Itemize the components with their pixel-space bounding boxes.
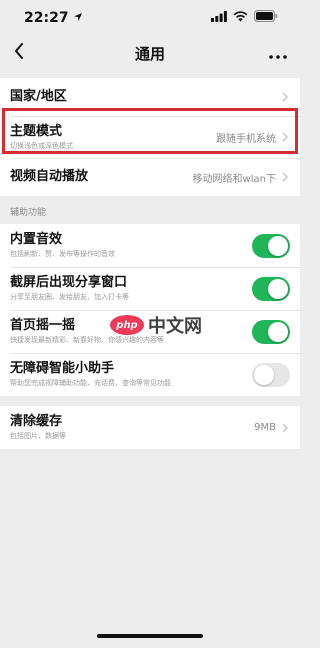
cache-size: 9MB xyxy=(254,422,276,433)
row-texts: 国家/地区 xyxy=(10,89,282,105)
setting-row-sound-effects: 内置音效 包括刷新、赞、发布等操作的音效 xyxy=(0,224,300,267)
status-time-group: 22:27 xyxy=(24,10,83,26)
row-subtitle: 分享至朋友圈、发给朋友、加入打卡等 xyxy=(10,293,129,301)
cache-group: 清除缓存 包括图片、数据等 9MB xyxy=(0,406,300,449)
row-subtitle: 包括图片、数据等 xyxy=(10,432,66,440)
back-button[interactable] xyxy=(8,42,30,64)
row-title: 主题模式 xyxy=(10,123,63,139)
setting-row-clear-cache[interactable]: 清除缓存 包括图片、数据等 9MB xyxy=(0,406,300,449)
row-value: 跟随手机系统 xyxy=(216,133,276,145)
setting-row-screenshot-share: 截屏后出现分享窗口 分享至朋友圈、发给朋友、加入打卡等 xyxy=(0,267,300,310)
general-settings-group: 国家/地区 主题模式 切换浅色或深色模式 跟随手机系统 视频自动播放 移动网络和… xyxy=(0,78,300,196)
page-title: 通用 xyxy=(134,44,165,63)
row-subtitle: 帮助您完成视障辅助功能、充话费、查询等常见功能 xyxy=(10,379,171,387)
status-icons xyxy=(211,10,278,26)
toggle-knob xyxy=(268,235,288,256)
chevron-right-icon xyxy=(282,171,290,183)
row-subtitle: 包括刷新、赞、发布等操作的音效 xyxy=(10,250,115,258)
accessibility-group: 内置音效 包括刷新、赞、发布等操作的音效 截屏后出现分享窗口 分享至朋友圈、发给… xyxy=(0,224,300,396)
section-label-accessibility: 辅助功能 xyxy=(10,208,47,218)
location-arrow-icon xyxy=(73,10,83,26)
chevron-left-icon xyxy=(14,43,24,63)
row-title: 内置音效 xyxy=(10,232,63,247)
row-subtitle: 切换浅色或深色模式 xyxy=(10,141,73,150)
accessibility-assistant-toggle[interactable] xyxy=(252,362,290,387)
wifi-icon xyxy=(233,10,248,26)
row-value: 移动网络和wlan下 xyxy=(192,173,276,185)
signal-icon xyxy=(211,10,227,26)
row-texts: 内置音效 包括刷新、赞、发布等操作的音效 xyxy=(10,232,252,259)
setting-row-shake: 首页摇一摇 快捷发现最新精彩、新春好物、你感兴趣的内容等 xyxy=(0,310,300,353)
setting-row-accessibility-assistant: 无障碍智能小助手 帮助您完成视障辅助功能、充话费、查询等常见功能 xyxy=(0,353,300,396)
row-texts: 视频自动播放 xyxy=(10,169,193,185)
chevron-right-icon xyxy=(282,91,290,103)
setting-row-region[interactable]: 国家/地区 xyxy=(0,78,300,116)
row-texts: 首页摇一摇 快捷发现最新精彩、新春好物、你感兴趣的内容等 xyxy=(10,318,252,345)
row-title: 首页摇一摇 xyxy=(10,318,76,333)
row-subtitle: 快捷发现最新精彩、新春好物、你感兴趣的内容等 xyxy=(10,336,164,344)
row-texts: 清除缓存 包括图片、数据等 xyxy=(10,414,254,441)
row-title: 清除缓存 xyxy=(10,414,63,429)
battery-icon xyxy=(254,10,278,26)
row-texts: 主题模式 切换浅色或深色模式 xyxy=(10,124,216,151)
row-title: 国家/地区 xyxy=(10,89,67,104)
row-title: 无障碍智能小助手 xyxy=(10,361,115,376)
navigation-bar: 通用 xyxy=(0,36,300,70)
toggle-knob xyxy=(268,321,288,342)
row-title: 视频自动播放 xyxy=(10,169,89,184)
more-button[interactable] xyxy=(266,42,290,64)
screenshot-share-toggle[interactable] xyxy=(252,276,290,301)
status-time: 22:27 xyxy=(24,10,69,26)
toggle-knob xyxy=(254,364,274,385)
toggle-knob xyxy=(268,278,288,299)
status-bar: 22:27 xyxy=(0,0,300,36)
chevron-right-icon xyxy=(282,422,290,434)
shake-toggle[interactable] xyxy=(252,319,290,344)
setting-row-theme-mode[interactable]: 主题模式 切换浅色或深色模式 跟随手机系统 xyxy=(0,116,300,158)
home-indicator xyxy=(97,634,203,638)
chevron-right-icon xyxy=(282,131,290,143)
setting-row-video-autoplay[interactable]: 视频自动播放 移动网络和wlan下 xyxy=(0,158,300,196)
more-dots-icon xyxy=(269,44,287,63)
row-texts: 无障碍智能小助手 帮助您完成视障辅助功能、充话费、查询等常见功能 xyxy=(10,361,252,388)
sound-effects-toggle[interactable] xyxy=(252,233,290,258)
row-texts: 截屏后出现分享窗口 分享至朋友圈、发给朋友、加入打卡等 xyxy=(10,275,252,302)
row-title: 截屏后出现分享窗口 xyxy=(10,275,128,290)
